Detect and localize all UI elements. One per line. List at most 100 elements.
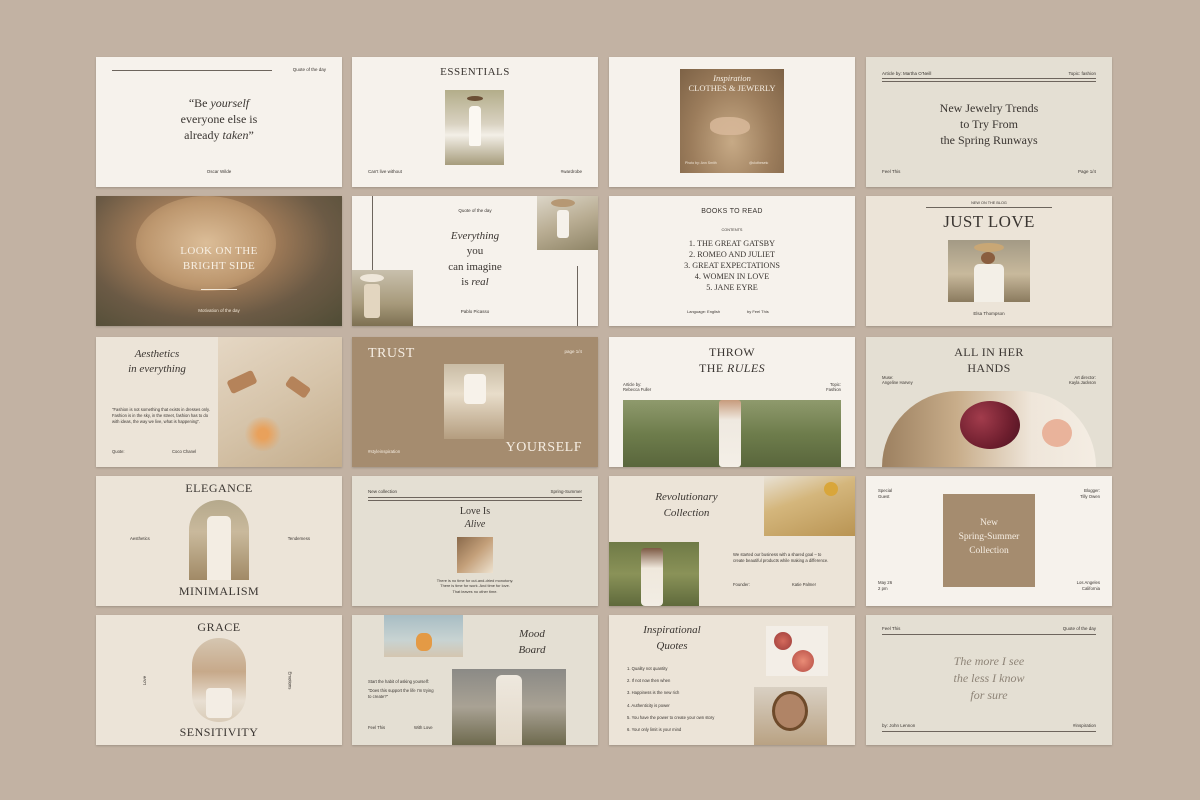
photo-grapes xyxy=(882,391,1096,467)
slide-grace-sensitivity[interactable]: GRACE Love Emotions SENSITIVITY xyxy=(96,615,342,745)
photo-woman-hat-bottom xyxy=(352,270,413,326)
photo-handle: @clothesetc xyxy=(749,161,769,165)
photo-woman-arch xyxy=(189,500,249,580)
body-text: We started our business with a shared go… xyxy=(733,552,829,563)
blog-label: NEW ON THE BLOG xyxy=(971,201,1007,205)
book-item: 1. THE GREAT GATSBY xyxy=(688,239,776,248)
body-line: That leaves no other time. xyxy=(452,588,498,594)
title-line: HANDS xyxy=(967,360,1011,375)
slide-title: Mood Board xyxy=(502,627,562,659)
slide-title: ESSENTIALS xyxy=(440,66,510,78)
photo-golden-fabric xyxy=(764,476,855,536)
photo-figs xyxy=(766,626,828,676)
quote-author: Pablo Picasso xyxy=(460,309,490,314)
title-line: Love Is xyxy=(459,506,491,517)
slide-mood-board[interactable]: Mood Board Start the habit of asking you… xyxy=(352,615,598,745)
slide-throw-the-rules[interactable]: THROW THE RULES Article by: Rebecca Full… xyxy=(609,337,855,467)
title-line: New Jewelry Trends xyxy=(939,101,1039,115)
slide-inspirational-quotes[interactable]: Inspirational Quotes 1. Quality not quan… xyxy=(609,615,855,745)
divider xyxy=(926,207,1052,208)
slide-title: Aesthetics in everything xyxy=(96,347,218,378)
blogger-credit: Blogger: Tilly Owen xyxy=(1080,488,1100,500)
event-location: Los Angeles California xyxy=(1077,580,1100,592)
title-line: the Spring Runways xyxy=(940,132,1038,147)
book-item: 2. ROMEO AND JULIET xyxy=(689,250,775,260)
slide-title: ALL IN HER HANDS xyxy=(866,345,1112,376)
photo-fruit-net-bag xyxy=(384,615,463,657)
quote-line: everyone else is xyxy=(180,112,258,127)
slide-quote-john-lennon[interactable]: Feel This Quote of the day The more I se… xyxy=(866,615,1112,745)
slide-aesthetics[interactable]: Aesthetics in everything "Fashion is not… xyxy=(96,337,342,467)
quote-line: can imagine xyxy=(448,260,502,273)
slide-look-on-bright-side[interactable]: LOOK ON THE BRIGHT SIDE Motivation of th… xyxy=(96,196,342,326)
slide-elegance-minimalism[interactable]: ELEGANCE Aesthetics Tenderness MINIMALIS… xyxy=(96,476,342,606)
header-right: Quote of the day xyxy=(1062,626,1096,631)
book-item: 4. WOMEN IN LOVE xyxy=(694,272,770,282)
title-top: ELEGANCE xyxy=(185,481,253,495)
body-text: Start the habit of asking yourself: "Doe… xyxy=(368,679,438,700)
label-left: Aesthetics xyxy=(130,536,150,541)
director-credit: Art director: Kayla Jackson xyxy=(1069,375,1096,386)
hashtag: #styleinspiration xyxy=(368,449,401,454)
quote-item: 3. Happiness is the new rich xyxy=(627,690,680,696)
book-item: 3. GREAT EXPECTATIONS xyxy=(684,261,780,271)
photo-woman-white-blouse xyxy=(444,364,504,439)
page-number: Page 1/4 xyxy=(1077,169,1096,174)
title-bottom: MINIMALISM xyxy=(178,584,260,598)
photo-woman-hat xyxy=(948,240,1030,302)
hashtag: #inspiration xyxy=(1072,723,1096,728)
byline-name: Rebecca Fuller xyxy=(623,387,652,393)
photo-woman-back xyxy=(192,638,246,722)
slide-just-love[interactable]: NEW ON THE BLOG JUST LOVE Elsa Thompson xyxy=(866,196,1112,326)
credit-name: Kayla Jackson xyxy=(1069,380,1096,386)
slide-title: JUST LOVE xyxy=(943,212,1035,231)
quote-italic: real xyxy=(471,276,489,289)
quote-item: 6. Your only limit is your mind xyxy=(627,726,682,732)
footer-right: #wardrobe xyxy=(560,169,582,174)
quote-line: “Be xyxy=(188,96,211,110)
slide-jewelry-trends[interactable]: Article by: Martha O'Neill Topic: fashio… xyxy=(866,57,1112,187)
muse-credit: Muse: Angeline Harvey xyxy=(882,375,913,386)
photo-woman-field xyxy=(609,542,699,606)
quote-line: Everything xyxy=(450,230,500,242)
quote-author: Oscar Wilde xyxy=(206,169,232,174)
credit-label: Blogger: xyxy=(1083,488,1100,493)
title-bottom: SENSITIVITY xyxy=(179,725,259,739)
slide-new-collection-event[interactable]: Special Guest Blogger: Tilly Owen New Sp… xyxy=(866,476,1112,606)
body-line: Start the habit of asking yourself: xyxy=(368,679,429,684)
photo-woman-hat-top xyxy=(537,196,598,250)
photo-sandals-net-bag xyxy=(218,337,342,467)
slide-books-to-read[interactable]: BOOKS TO READ CONTENTS 1. THE GREAT GATS… xyxy=(609,196,855,326)
person-name: Elsa Thompson xyxy=(973,311,1005,316)
footer-right: With Love xyxy=(414,725,433,730)
article-topic: Topic: Fashion xyxy=(826,382,841,393)
divider xyxy=(201,289,237,290)
quote-body: "Fashion is not something that exists in… xyxy=(112,407,211,424)
divider xyxy=(577,266,578,326)
quote-item: 2. If not now then when xyxy=(627,678,671,684)
slide-revolutionary-collection[interactable]: Revolutionary Collection We started our … xyxy=(609,476,855,606)
quote-line: The more I see xyxy=(953,654,1025,668)
slide-quote-oscar-wilde[interactable]: Quote of the day “Be yourself everyone e… xyxy=(96,57,342,187)
founder-name: Katie Palmer xyxy=(792,582,816,587)
slide-essentials[interactable]: ESSENTIALS Can't live without #wardrobe xyxy=(352,57,598,187)
article-author: Article by: Martha O'Neill xyxy=(882,71,932,76)
box-line: Spring-Summer xyxy=(958,531,1020,542)
quote-author: Coco Chanel xyxy=(172,449,197,454)
slide-all-in-her-hands[interactable]: ALL IN HER HANDS Muse: Angeline Harvey A… xyxy=(866,337,1112,467)
slide-trust-yourself[interactable]: TRUST page 1/4 #styleinspiration YOURSEL… xyxy=(352,337,598,467)
title-line: to Try From xyxy=(959,116,1019,131)
title-bottom: YOURSELF xyxy=(505,440,582,455)
divider xyxy=(882,81,1096,82)
divider xyxy=(882,634,1096,635)
slide-subtitle: Motivation of the day xyxy=(198,308,240,313)
header-left: Feel This xyxy=(882,626,901,631)
title-line: Aesthetics xyxy=(134,348,180,360)
header-left: New collection xyxy=(368,489,398,494)
slide-love-is-alive[interactable]: New collection Spring-Summer Love Is Ali… xyxy=(352,476,598,606)
location-line: California xyxy=(1081,585,1100,591)
title-line: BRIGHT SIDE xyxy=(182,259,256,272)
slide-quote-picasso[interactable]: Quote of the day Everything you can imag… xyxy=(352,196,598,326)
slide-inspiration-clothes[interactable]: Inspiration CLOTHES & JEWERLY Photo by: … xyxy=(609,57,855,187)
quote-mark: ” xyxy=(248,128,254,143)
